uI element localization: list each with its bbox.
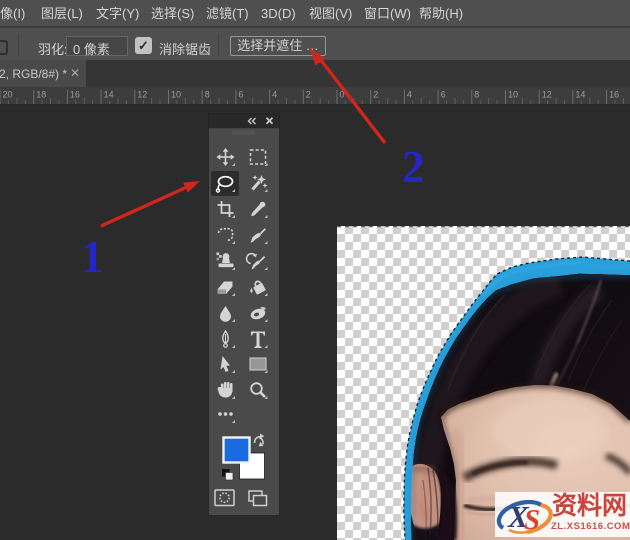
svg-text:0: 0 <box>340 90 345 100</box>
svg-text:S: S <box>524 504 540 536</box>
svg-text:2: 2 <box>306 90 311 100</box>
svg-text:10: 10 <box>508 90 518 100</box>
svg-text:6: 6 <box>441 90 446 100</box>
svg-text:14: 14 <box>104 90 114 100</box>
svg-text:2: 2 <box>373 90 378 100</box>
svg-text:6: 6 <box>238 90 243 100</box>
svg-text:2: 2 <box>402 142 425 192</box>
svg-text:16: 16 <box>70 90 80 100</box>
svg-text:16: 16 <box>609 90 619 100</box>
svg-text:10: 10 <box>171 90 181 100</box>
svg-text:4: 4 <box>272 90 277 100</box>
svg-text:20: 20 <box>3 90 13 100</box>
svg-text:8: 8 <box>474 90 479 100</box>
svg-text:4: 4 <box>407 90 412 100</box>
svg-text:8: 8 <box>205 90 210 100</box>
svg-text:14: 14 <box>575 90 585 100</box>
svg-text:18: 18 <box>36 90 46 100</box>
svg-text:12: 12 <box>137 90 147 100</box>
svg-text:1: 1 <box>81 232 104 282</box>
svg-text:12: 12 <box>542 90 552 100</box>
